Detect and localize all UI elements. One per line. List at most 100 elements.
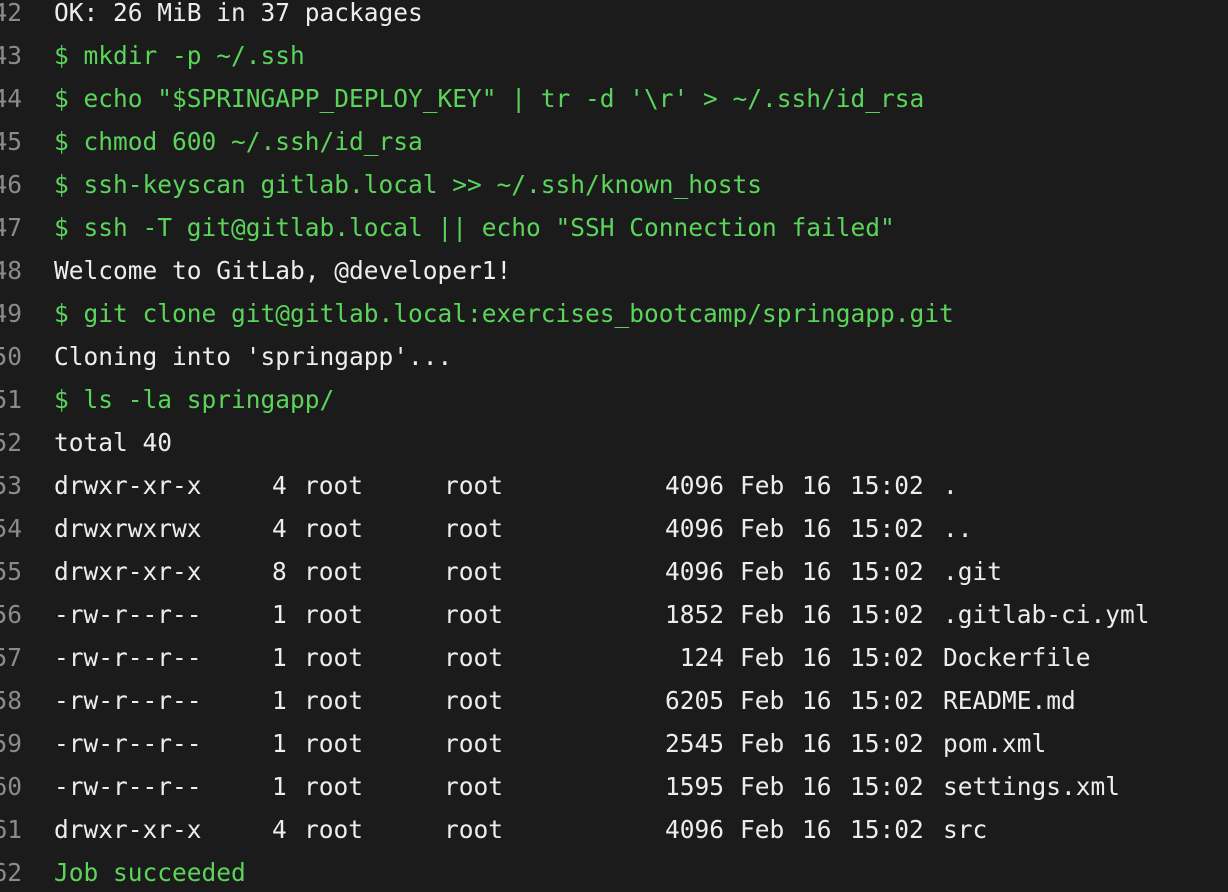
log-line: 58 -rw-r--r-- 1 root root 6205 Feb 16 15:02 READM… (0, 679, 1228, 722)
ls-group: root (444, 514, 504, 543)
ls-owner: root (304, 686, 364, 715)
log-command-text: $ ssh-keyscan gitlab.local >> ~/.ssh/kno… (54, 170, 763, 199)
ls-day: 16 (802, 772, 832, 801)
line-number[interactable]: 51 (0, 378, 22, 421)
ls-month: Feb (740, 514, 785, 543)
log-line: 42 OK: 26 MiB in 37 packages (0, 0, 1228, 34)
ls-permissions: -rw-r--r-- (54, 600, 202, 629)
line-number[interactable]: 60 (0, 765, 22, 808)
line-number[interactable]: 55 (0, 550, 22, 593)
ls-owner: root (304, 514, 364, 543)
ls-size: 4096 (664, 815, 724, 844)
ls-time: 15:02 (850, 643, 924, 672)
job-log-terminal[interactable]: 42 OK: 26 MiB in 37 packages 43 $ mkdir -p … (0, 0, 1228, 892)
ls-link-count: 4 (272, 471, 287, 500)
line-number[interactable]: 50 (0, 335, 22, 378)
line-number[interactable]: 47 (0, 206, 22, 249)
ls-day: 16 (802, 557, 832, 586)
ls-group: root (444, 772, 504, 801)
line-number[interactable]: 43 (0, 34, 22, 77)
ls-link-count: 1 (272, 686, 287, 715)
log-line: 43 $ mkdir -p ~/.ssh (0, 34, 1228, 77)
line-number[interactable]: 61 (0, 808, 22, 851)
log-output-text: OK: 26 MiB in 37 packages (54, 0, 423, 27)
log-command-text: $ ls -la springapp/ (54, 385, 335, 414)
ls-month: Feb (740, 686, 785, 715)
ls-day: 16 (802, 815, 832, 844)
line-number[interactable]: 48 (0, 249, 22, 292)
log-line: 55 drwxr-xr-x 8 root root 4096 Feb 16 15:02 .git (0, 550, 1228, 593)
ls-day: 16 (802, 686, 832, 715)
ls-link-count: 4 (272, 815, 287, 844)
ls-time: 15:02 (850, 729, 924, 758)
ls-time: 15:02 (850, 471, 924, 500)
ls-filename: settings.xml (943, 772, 1121, 801)
line-number[interactable]: 44 (0, 77, 22, 120)
ls-filename: .gitlab-ci.yml (943, 600, 1150, 629)
ls-size: 124 (679, 643, 724, 672)
ls-day: 16 (802, 600, 832, 629)
ls-day: 16 (802, 643, 832, 672)
line-number[interactable]: 49 (0, 292, 22, 335)
log-command-text: $ echo "$SPRINGAPP_DEPLOY_KEY" | tr -d '… (54, 84, 925, 113)
line-number[interactable]: 62 (0, 851, 22, 892)
ls-owner: root (304, 471, 364, 500)
ls-size: 1595 (664, 772, 724, 801)
ls-link-count: 1 (272, 772, 287, 801)
ls-filename: .git (943, 557, 1003, 586)
ls-filename: README.md (943, 686, 1076, 715)
ls-link-count: 1 (272, 643, 287, 672)
log-line: 56 -rw-r--r-- 1 root root 1852 Feb 16 15:02 .gitl… (0, 593, 1228, 636)
log-line: 61 drwxr-xr-x 4 root root 4096 Feb 16 15:02 src (0, 808, 1228, 851)
ls-month: Feb (740, 729, 785, 758)
ls-permissions: drwxr-xr-x (54, 471, 202, 500)
log-line: 45 $ chmod 600 ~/.ssh/id_rsa (0, 120, 1228, 163)
ls-group: root (444, 643, 504, 672)
log-line: 53 drwxr-xr-x 4 root root 4096 Feb 16 15:02. (0, 464, 1228, 507)
log-output-text: Cloning into 'springapp'... (54, 342, 453, 371)
line-number[interactable]: 42 (0, 0, 22, 34)
log-line: 60 -rw-r--r-- 1 root root 1595 Feb 16 15:02 setti… (0, 765, 1228, 808)
ls-owner: root (304, 600, 364, 629)
ls-day: 16 (802, 514, 832, 543)
ls-time: 15:02 (850, 514, 924, 543)
ls-permissions: drwxr-xr-x (54, 557, 202, 586)
log-line: 48 Welcome to GitLab, @developer1! (0, 249, 1228, 292)
line-number[interactable]: 58 (0, 679, 22, 722)
ls-group: root (444, 600, 504, 629)
ls-month: Feb (740, 643, 785, 672)
ls-size: 4096 (664, 557, 724, 586)
ls-month: Feb (740, 772, 785, 801)
line-number[interactable]: 57 (0, 636, 22, 679)
line-number[interactable]: 54 (0, 507, 22, 550)
log-line: 50 Cloning into 'springapp'... (0, 335, 1228, 378)
ls-time: 15:02 (850, 815, 924, 844)
ls-time: 15:02 (850, 600, 924, 629)
ls-filename: pom.xml (943, 729, 1047, 758)
log-line: 49 $ git clone git@gitlab.local:exercises… (0, 292, 1228, 335)
line-number[interactable]: 53 (0, 464, 22, 507)
job-status-text: Job succeeded (54, 858, 246, 887)
line-number[interactable]: 45 (0, 120, 22, 163)
ls-filename: . (943, 471, 958, 500)
line-number[interactable]: 46 (0, 163, 22, 206)
log-command-text: $ git clone git@gitlab.local:exercises_b… (54, 299, 954, 328)
log-line: 52 total 40 (0, 421, 1228, 464)
ls-filename: src (943, 815, 988, 844)
ls-filename: Dockerfile (943, 643, 1091, 672)
ls-permissions: -rw-r--r-- (54, 772, 202, 801)
ls-group: root (444, 557, 504, 586)
ls-permissions: drwxrwxrwx (54, 514, 202, 543)
ls-group: root (444, 815, 504, 844)
line-number[interactable]: 56 (0, 593, 22, 636)
ls-link-count: 8 (272, 557, 287, 586)
log-line: 46 $ ssh-keyscan gitlab.local >> ~/.ssh/k… (0, 163, 1228, 206)
ls-link-count: 1 (272, 600, 287, 629)
line-number[interactable]: 52 (0, 421, 22, 464)
ls-group: root (444, 729, 504, 758)
log-line: 47 $ ssh -T git@gitlab.local || echo "SSH… (0, 206, 1228, 249)
log-command-text: $ chmod 600 ~/.ssh/id_rsa (54, 127, 423, 156)
log-line: 59 -rw-r--r-- 1 root root 2545 Feb 16 15:02 pom.x… (0, 722, 1228, 765)
line-number[interactable]: 59 (0, 722, 22, 765)
ls-permissions: drwxr-xr-x (54, 815, 202, 844)
